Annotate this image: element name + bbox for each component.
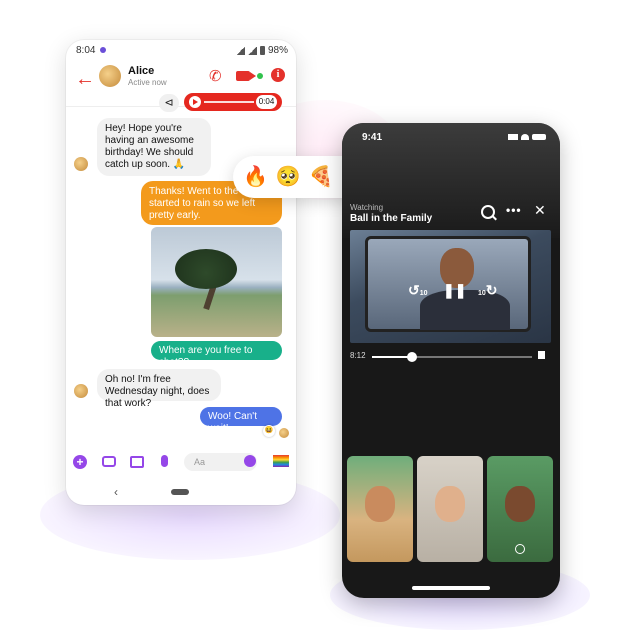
video-player[interactable]: ↺10 ❚❚ 10↻ [350,230,551,343]
close-icon[interactable]: ✕ [534,202,546,219]
video-call-icon[interactable] [236,71,256,81]
show-title: Ball in the Family [350,213,433,224]
participant-face [365,486,395,522]
forward-seconds: 10 [478,290,486,297]
participant-face [505,486,535,522]
shared-photo[interactable] [151,227,282,337]
microphone-icon[interactable] [161,455,168,467]
status-bar: 8:04 98% [66,40,296,60]
search-icon[interactable] [481,205,495,219]
composer-bar: + Aa [66,449,296,475]
volume-icon[interactable] [538,351,545,359]
battery-percent: 98% [267,45,288,56]
participant-tiles [347,456,555,562]
online-dot-icon [257,73,263,79]
sender-avatar [74,384,88,398]
read-receipt-avatar [279,428,289,438]
elapsed-time: 8:12 [350,351,366,360]
status-time: 8:04 [76,45,96,56]
info-icon[interactable]: i [271,68,285,82]
rainbow-flag-icon[interactable] [273,455,289,467]
nav-home-pill[interactable] [171,489,189,495]
switch-camera-icon[interactable] [515,544,525,554]
reaction-pleading[interactable]: 🥺 [276,165,301,189]
battery-icon [532,134,546,140]
progress-track[interactable] [372,352,532,362]
play-icon[interactable] [189,96,201,108]
participant-video[interactable] [347,456,413,562]
contact-name[interactable]: Alice [128,65,154,77]
voice-message[interactable]: 0:04 [184,93,282,111]
home-indicator [412,586,490,590]
participant-face [435,486,465,522]
participant-video[interactable] [417,456,483,562]
back-arrow-icon[interactable]: ← [75,69,95,89]
reaction-pizza[interactable]: 🍕 [309,165,334,189]
more-icon[interactable]: ••• [506,203,522,217]
status-icons [508,134,546,140]
photo-tree-crown [175,249,237,289]
progress-fill [372,356,412,358]
outgoing-message[interactable]: When are you free to chat?? [151,341,282,368]
incoming-message[interactable]: Hey! Hope you're having an awesome birth… [97,118,211,176]
outgoing-message[interactable]: Woo! Can't wait! [200,407,282,434]
sender-avatar [74,157,88,171]
share-icon[interactable]: ⊲ [159,94,179,112]
signal-icon [247,46,257,55]
rewind-seconds: 10 [419,290,428,297]
messenger-notification-icon [100,47,106,53]
message-reaction: 😆 [263,425,275,437]
contact-status: Active now [128,78,167,87]
android-phone: 8:04 98% ← Alice Active now ✆ i ⊲ 0:04 H… [66,40,296,505]
voice-duration: 0:04 [256,95,277,109]
gallery-icon[interactable] [130,456,144,468]
avatar[interactable] [99,65,121,87]
wifi-icon [521,134,529,140]
plus-icon[interactable]: + [73,455,87,469]
progress-scrubber[interactable] [407,352,417,362]
battery-icon [259,46,265,55]
signal-icon [508,134,518,140]
incoming-message[interactable]: Oh no! I'm free Wednesday night, does th… [97,369,221,409]
nav-back-icon[interactable]: ‹ [114,485,118,499]
wifi-icon [235,46,245,55]
watching-label: Watching [350,203,384,212]
pause-icon[interactable]: ❚❚ [443,282,466,299]
rewind-10-icon[interactable]: ↺10 [408,282,428,299]
emoji-icon[interactable] [244,455,256,467]
iphone: 9:41 Watching Ball in the Family ••• ✕ ↺… [342,123,560,598]
participant-video[interactable] [487,456,553,562]
phone-call-icon[interactable]: ✆ [209,67,222,85]
camera-icon[interactable] [102,456,116,467]
reaction-fire[interactable]: 🔥 [243,165,268,189]
forward-10-icon[interactable]: 10↻ [478,282,498,299]
voice-waveform [204,101,254,103]
playback-bar: 8:12 [350,349,551,363]
status-time: 9:41 [362,132,383,143]
